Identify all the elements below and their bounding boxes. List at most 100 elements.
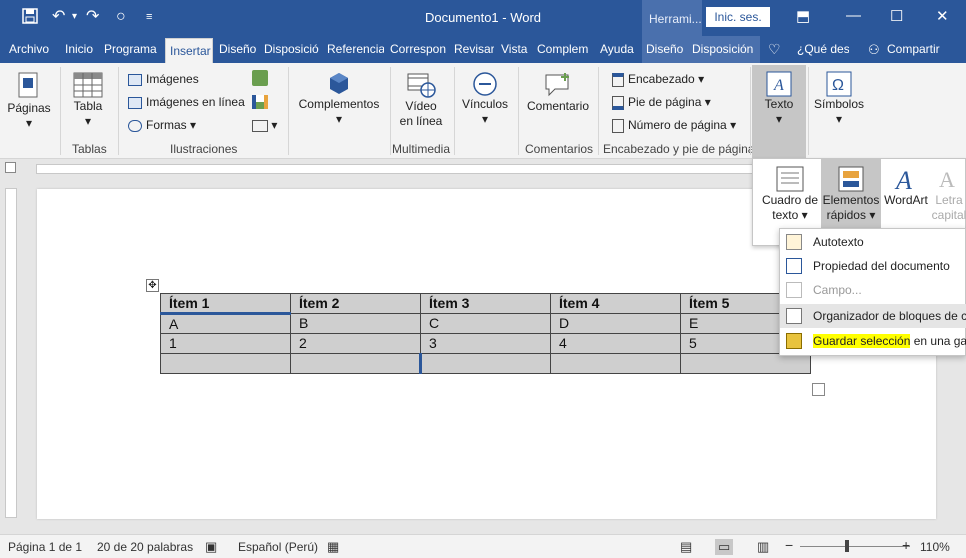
footer-button[interactable]: Pie de página ▾ (612, 95, 711, 110)
table-cell[interactable] (290, 353, 421, 374)
svg-text:A: A (894, 166, 912, 193)
menu-item-autotext[interactable]: Autotexto (780, 230, 966, 254)
group-separator (118, 67, 119, 155)
comment-button[interactable]: Comentario (522, 71, 594, 114)
wordart-button[interactable]: A WordArt (881, 165, 931, 208)
table-cell[interactable]: Ítem 4 (550, 293, 681, 314)
header-button[interactable]: Encabezado ▾ (612, 72, 704, 87)
table-tools-context-tab[interactable]: Herrami... (642, 0, 702, 36)
share-user-icon[interactable]: ⚇ (868, 36, 880, 63)
table-cell[interactable] (419, 353, 551, 374)
chart-button[interactable] (252, 94, 268, 109)
images-button[interactable]: Imágenes (128, 72, 199, 86)
autotext-icon (786, 234, 802, 250)
text-icon: A (766, 71, 792, 97)
lightbulb-icon[interactable]: ♡ (768, 36, 781, 63)
table-cell[interactable] (680, 353, 811, 374)
word-count[interactable]: 20 de 20 palabras (97, 540, 193, 554)
tab-table-layout[interactable]: Disposición (688, 36, 760, 63)
online-images-button[interactable]: Imágenes en línea (128, 95, 245, 109)
table-cell[interactable] (550, 353, 681, 374)
share-button[interactable]: Compartir (887, 36, 947, 63)
tab-revisar[interactable]: Revisar (454, 36, 494, 63)
print-layout-icon[interactable]: ▭ (715, 539, 734, 555)
tab-correspondencia[interactable]: Correspon (390, 36, 446, 63)
table-move-handle-icon[interactable]: ✥ (146, 279, 159, 292)
page-number-button[interactable]: Número de página ▾ (612, 118, 736, 133)
tab-diseno[interactable]: Diseño (219, 36, 257, 63)
pages-button[interactable]: Páginas ▾ (6, 71, 52, 131)
tab-disposicion[interactable]: Disposició (264, 36, 320, 63)
web-layout-icon[interactable]: ▥ (757, 539, 769, 555)
drop-cap-button[interactable]: A Letra capital (929, 165, 966, 223)
quick-parts-button[interactable]: Elementos rápidos ▾ (821, 159, 881, 229)
addins-button[interactable]: Complementos ▾ (294, 71, 384, 127)
text-button[interactable]: A Texto ▾ (752, 65, 806, 159)
pages-label: Páginas (7, 101, 51, 115)
table-resize-handle[interactable] (812, 383, 825, 396)
quick-parts-label-2: rápidos (826, 208, 866, 222)
tab-vista[interactable]: Vista (501, 36, 531, 63)
tab-insertar[interactable]: Insertar (165, 38, 213, 63)
save-selection-label-rest: en una gale (913, 334, 966, 348)
text-box-button[interactable]: Cuadro de texto ▾ (759, 165, 821, 223)
tab-ayuda[interactable]: Ayuda (600, 36, 638, 63)
language-status[interactable]: Español (Perú) (238, 540, 318, 554)
tab-table-design[interactable]: Diseño (642, 36, 688, 63)
zoom-slider-thumb[interactable] (845, 540, 849, 552)
focus-mode-icon[interactable]: ▦ (327, 539, 339, 555)
menu-item-document-property[interactable]: Propiedad del documento (780, 254, 966, 278)
tell-me-search[interactable]: ¿Qué des (797, 36, 849, 63)
sign-in-button[interactable]: Inic. ses. (706, 7, 770, 27)
vertical-ruler[interactable] (5, 188, 17, 518)
proofing-icon[interactable]: ▣ (205, 539, 217, 555)
zoom-level[interactable]: 110% (920, 540, 950, 554)
table-cell[interactable] (160, 353, 291, 374)
chevron-down-icon: ▾ (698, 72, 705, 86)
tab-programador[interactable]: Programa (104, 36, 160, 63)
online-video-button[interactable]: Vídeo en línea (394, 71, 448, 129)
ribbon-display-options-icon[interactable]: ⬒ (796, 7, 810, 25)
tab-inicio[interactable]: Inicio (65, 36, 97, 63)
screenshot-button[interactable]: ▾ (252, 118, 277, 132)
zoom-in-icon[interactable]: + (902, 537, 910, 553)
tab-selector-icon[interactable] (5, 162, 16, 173)
table-cell[interactable]: 2 (290, 333, 421, 354)
table-cell[interactable]: 3 (420, 333, 551, 354)
zoom-slider[interactable] (800, 546, 910, 547)
menu-item-save-selection[interactable]: Guardar selección en una gale (780, 329, 966, 353)
table-cell[interactable]: 1 (160, 333, 291, 354)
zoom-out-icon[interactable]: − (785, 537, 793, 553)
svg-text:A: A (939, 167, 955, 192)
links-button[interactable]: Vínculos ▾ (458, 71, 512, 127)
maximize-icon[interactable]: ☐ (890, 7, 903, 25)
symbols-button[interactable]: Ω Símbolos ▾ (810, 71, 868, 127)
table-cell[interactable]: B (290, 313, 421, 334)
table-button[interactable]: Tabla ▾ (66, 71, 110, 129)
minimize-icon[interactable]: — (846, 7, 861, 24)
tab-referencias[interactable]: Referencia (327, 36, 384, 63)
group-separator (598, 67, 599, 155)
tab-archivo[interactable]: Archivo (9, 36, 53, 63)
document-table[interactable]: Ítem 1 Ítem 2 Ítem 3 Ítem 4 Ítem 5 A B C… (160, 293, 811, 374)
table-cell[interactable]: D (550, 313, 681, 334)
table-cell[interactable]: Ítem 1 (160, 293, 291, 315)
ruler-bar[interactable] (36, 164, 756, 174)
page-count[interactable]: Página 1 de 1 (8, 540, 82, 554)
read-mode-icon[interactable]: ▤ (680, 539, 692, 555)
table-cell[interactable]: 4 (550, 333, 681, 354)
group-label-tablas: Tablas (72, 142, 107, 156)
window-title: Documento1 - Word (424, 10, 542, 25)
building-blocks-icon (786, 308, 802, 324)
table-cell[interactable]: A (160, 313, 291, 334)
table-cell[interactable]: C (420, 313, 551, 334)
menu-item-building-blocks-organizer[interactable]: Organizador de bloques de cr (780, 304, 966, 328)
table-cell[interactable]: Ítem 2 (290, 293, 421, 314)
icons-button[interactable] (252, 70, 268, 86)
menu-item-field[interactable]: Campo... (780, 278, 966, 302)
shapes-button[interactable]: Formas ▾ (128, 118, 196, 132)
table-cell[interactable]: Ítem 3 (420, 293, 551, 314)
video-label-1: Vídeo (405, 99, 437, 113)
close-icon[interactable]: ✕ (936, 7, 949, 25)
tab-complementos[interactable]: Complem (537, 36, 593, 63)
